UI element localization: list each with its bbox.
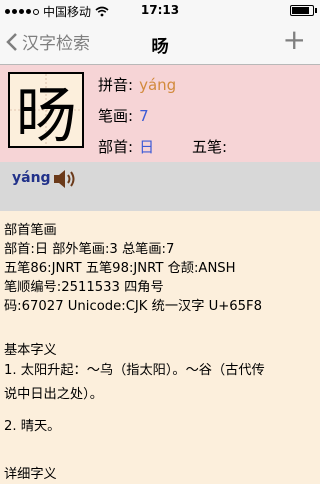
pinyin-value: yáng <box>139 76 177 94</box>
pronunciation-pinyin: yáng <box>12 170 51 186</box>
speaker-icon[interactable] <box>52 167 78 191</box>
page-title: 旸 <box>151 37 169 57</box>
status-time: 17:13 <box>140 3 180 17</box>
detail-line: 五笔86:JNRT 五笔98:JNRT 仓颉:ANSH <box>4 261 236 276</box>
battery-level <box>292 7 309 14</box>
definition-content: 部首笔画 部首:日 部外笔画:3 总笔画:7 五笔86:JNRT 五笔98:JN… <box>0 211 320 482</box>
status-bar: 中国移动 17:13 <box>0 0 320 20</box>
add-button[interactable]: + <box>283 24 306 56</box>
detail-line: 码:67027 Unicode:CJK 统一汉字 U+65F8 <box>4 299 263 314</box>
pronunciation-bar: yáng <box>0 162 320 211</box>
strokes-row: 笔画: 7 <box>98 105 149 126</box>
radical-value[interactable]: 日 <box>139 138 154 156</box>
character-glyph: 旸 <box>16 80 76 151</box>
pinyin-row: 拼音: yáng <box>98 74 176 95</box>
character-display: 旸 <box>8 72 84 151</box>
radical-label: 部首: <box>98 138 134 156</box>
definition-line: 1. 太阳升起：～乌（指太阳）。～谷（古代传 <box>4 363 265 378</box>
strokes-value[interactable]: 7 <box>139 107 149 125</box>
pinyin-label: 拼音: <box>98 76 134 94</box>
character-info-panel: 旸 拼音: yáng 笔画: 7 部首: 日 五笔: <box>0 65 320 162</box>
strokes-label: 笔画: <box>98 107 134 125</box>
detail-line: 笔顺编号:2511533 四角号 <box>4 280 164 295</box>
radical-row: 部首: 日 <box>98 136 154 157</box>
section-title-basic: 基本字义 <box>4 343 57 358</box>
battery-icon <box>290 5 317 16</box>
definition-line: 2. 晴天。 <box>4 419 61 434</box>
navigation-bar: 汉字检索 旸 + <box>0 20 320 65</box>
wubi-label: 五笔: <box>192 138 228 156</box>
detail-line: 部首:日 部外笔画:3 总笔画:7 <box>4 242 175 257</box>
section-title-radical: 部首笔画 <box>4 223 57 238</box>
section-title-detail: 详细字义 <box>4 467 57 482</box>
definition-line: 说中日出之处）。 <box>4 387 103 402</box>
